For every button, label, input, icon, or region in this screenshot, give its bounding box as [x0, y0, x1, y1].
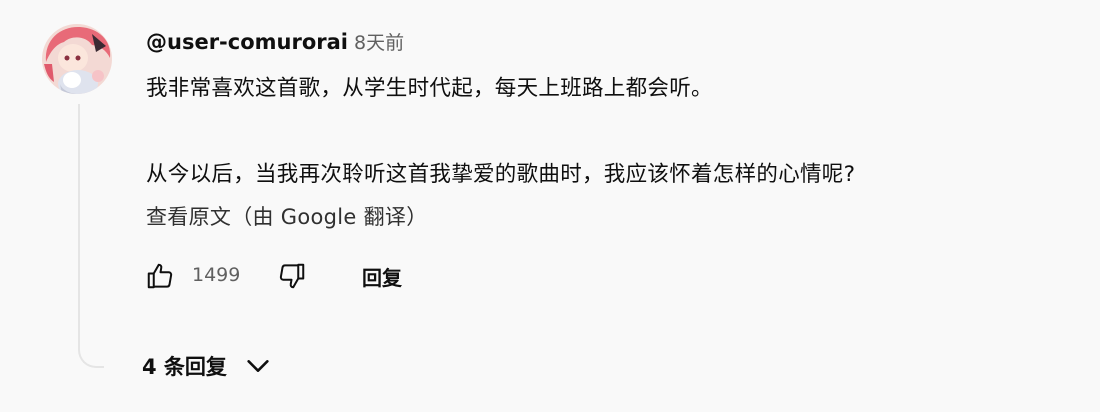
comment-text-line-1: 我非常喜欢这首歌，从学生时代起，每天上班路上都会听。 [146, 76, 713, 101]
reply-button[interactable]: 回复 [362, 262, 402, 291]
dislike-button[interactable] [272, 256, 312, 296]
thumbs-up-icon [147, 263, 173, 289]
like-count: 1499 [192, 264, 241, 286]
avatar[interactable] [42, 24, 112, 94]
chevron-down-icon [243, 351, 273, 381]
replies-count-label: 4 条回复 [142, 355, 227, 379]
view-replies-button[interactable]: 4 条回复 [142, 346, 273, 386]
avatar-image [42, 24, 112, 94]
thread-connector-line [78, 104, 104, 368]
like-button[interactable] [140, 256, 180, 296]
comment-author[interactable]: @user-comurorai [146, 30, 348, 54]
comment-actions: 1499 回复 [140, 256, 460, 296]
comment-thread: @user-comurorai 8天前 我非常喜欢这首歌，从学生时代起，每天上班… [0, 0, 1100, 412]
comment-text-line-2: 从今以后，当我再次聆听这首我挚爱的歌曲时，我应该怀着怎样的心情呢? [146, 162, 856, 187]
view-original-link[interactable]: 查看原文（由 Google 翻译） [146, 201, 428, 231]
comment-header: @user-comurorai 8天前 [146, 28, 404, 58]
thumbs-down-icon [279, 263, 305, 289]
comment-timestamp[interactable]: 8天前 [354, 28, 404, 55]
